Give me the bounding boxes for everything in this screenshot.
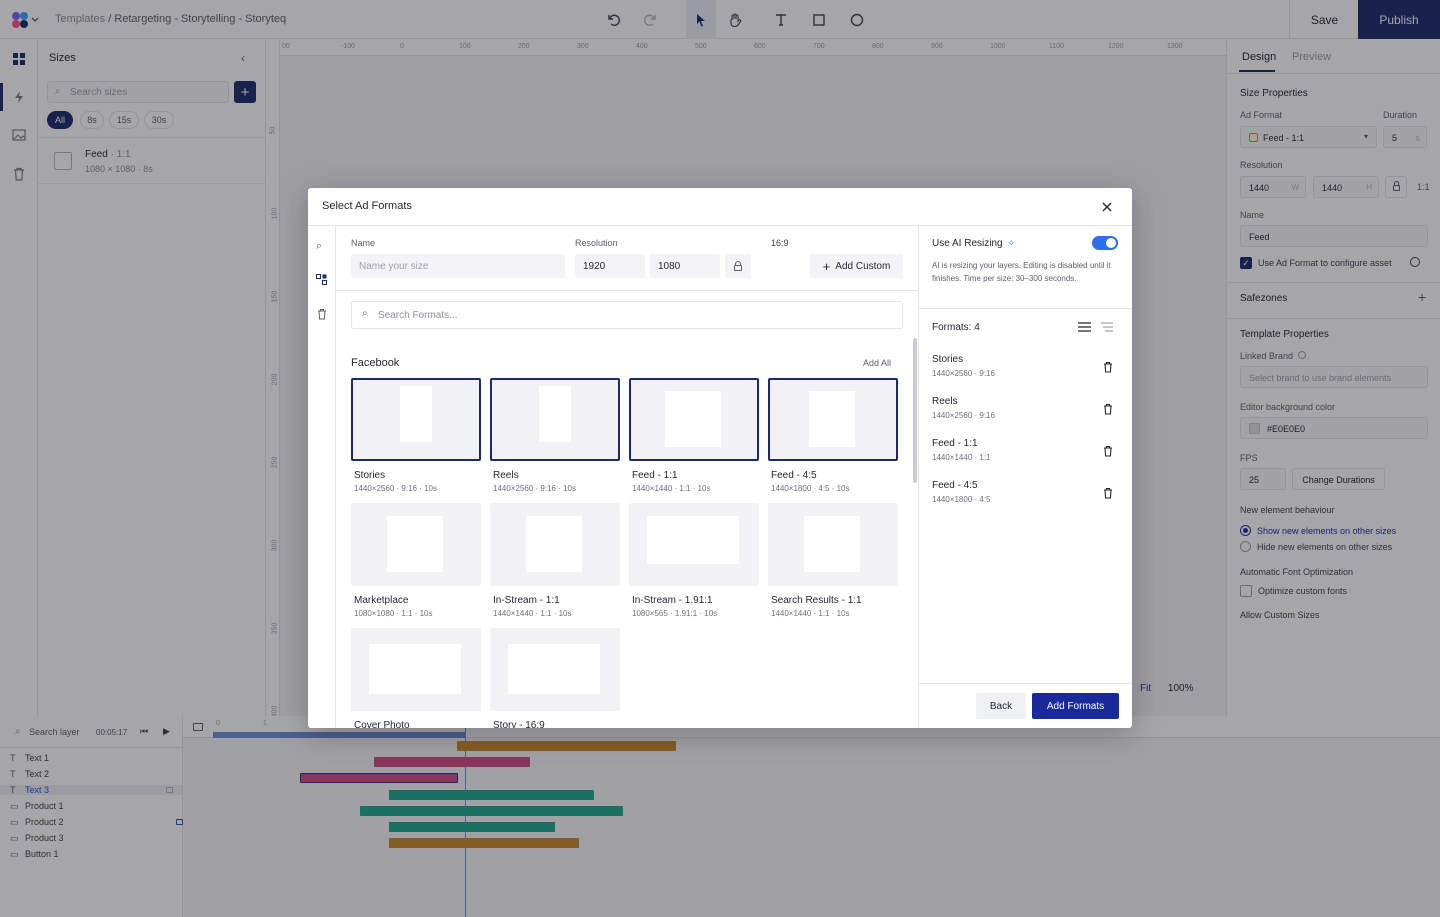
format-name: Story - 16:9 [493,720,545,728]
format-card-story-16-9[interactable] [490,628,620,711]
format-card-marketplace[interactable] [351,503,481,586]
modal-name-label: Name [351,238,376,248]
format-card-search-results-1-1[interactable] [768,503,898,586]
select-ad-formats-modal: Select Ad Formats ⌕ Name Name your size … [308,188,1132,728]
add-custom-label: Add Custom [835,260,891,272]
format-preview [369,644,461,694]
selected-format-name: Feed - 1:1 [932,438,978,449]
ai-resizing-label: Use AI Resizing ✧ [932,238,1015,249]
format-meta: 1440×1800 · 4:5 · 10s [771,484,850,493]
divider [919,683,1132,684]
format-meta: 1440×1440 · 1:1 · 10s [632,484,711,493]
trash-icon[interactable] [316,308,328,320]
format-name: Feed - 4:5 [771,470,817,481]
format-meta: 1440×1440 · 1:1 · 10s [771,609,850,618]
add-all-link[interactable]: Add All [863,358,891,368]
format-meta: 1440×2560 · 9:16 · 10s [354,484,437,493]
format-name: Search Results - 1:1 [771,595,862,606]
remove-format-trash-icon[interactable] [1102,403,1114,415]
custom-lock-button[interactable] [725,254,751,278]
custom-name-input[interactable]: Name your size [351,254,565,278]
add-formats-button[interactable]: Add Formats [1032,693,1119,719]
selected-format-name: Stories [932,354,964,365]
search-icon: ⌕ [362,308,368,319]
modal-resolution-label: Resolution [575,238,618,248]
selected-format-meta: 1440×2560 · 9:16 [932,411,995,420]
format-card-in-stream-1-91-1[interactable] [629,503,759,586]
format-card-feed-1-1[interactable] [629,378,759,461]
format-preview [809,391,855,447]
format-card-cover-photo[interactable] [351,628,481,711]
format-preview [665,391,721,447]
format-list-scrollbar[interactable] [913,338,917,483]
remove-format-trash-icon[interactable] [1102,361,1114,373]
format-card-stories[interactable] [351,378,481,461]
list-view-icon[interactable] [1078,322,1091,332]
selected-format-meta: 1440×2560 · 9:16 [932,369,995,378]
formats-icon[interactable] [316,274,327,285]
ai-resizing-toggle[interactable] [1092,236,1118,250]
ai-resizing-text: Use AI Resizing [932,238,1003,249]
modal-column-divider [918,225,919,728]
format-meta: 1440×1440 · 1:1 · 10s [493,609,572,618]
format-card-feed-4-5[interactable] [768,378,898,461]
format-meta: 1440×2560 · 9:16 · 10s [493,484,576,493]
custom-width-input[interactable]: 1920 [575,254,645,278]
format-meta: 1080×565 · 1.91:1 · 10s [632,609,718,618]
plus-icon: + [822,258,831,274]
modal-section-divider [336,290,918,291]
format-name: Stories [354,470,386,481]
format-preview [647,516,739,564]
format-meta: 1080×1080 · 1:1 · 10s [354,609,433,618]
format-name: In-Stream - 1.91:1 [632,595,713,606]
custom-ratio: 16:9 [771,238,789,248]
divider [919,308,1132,309]
remove-format-trash-icon[interactable] [1102,487,1114,499]
lock-shackle [735,261,741,266]
format-name: In-Stream - 1:1 [493,595,560,606]
selected-format-meta: 1440×1800 · 4:5 [932,495,991,504]
modal-sidebar: ⌕ [308,225,336,728]
selected-format-name: Feed - 4:5 [932,480,978,491]
add-custom-button[interactable]: + Add Custom [810,254,903,278]
format-name: Feed - 1:1 [632,470,678,481]
search-icon[interactable]: ⌕ [316,240,322,253]
ai-sparkle-icon: ✧ [1007,238,1016,248]
formats-count: Formats: 4 [932,322,980,333]
search-formats-placeholder: Search Formats... [378,310,458,321]
modal-header-divider [308,225,1132,226]
format-preview [539,386,571,442]
format-preview [400,386,432,442]
search-formats-input[interactable]: ⌕ Search Formats... [351,301,903,329]
format-card-in-stream-1-1[interactable] [490,503,620,586]
selected-format-meta: 1440×1440 · 1:1 [932,453,991,462]
format-name: Cover Photo [354,720,410,728]
close-icon[interactable] [1099,199,1115,215]
format-preview [526,516,582,572]
format-name: Marketplace [354,595,409,606]
format-preview [387,516,443,572]
back-button[interactable]: Back [976,693,1026,719]
format-preview [804,516,860,572]
format-group-title: Facebook [351,357,400,369]
compact-view-icon[interactable] [1101,322,1113,332]
selected-format-name: Reels [932,396,958,407]
format-card-reels[interactable] [490,378,620,461]
ai-resizing-description: AI is resizing your layers. Editing is d… [932,261,1111,283]
format-name: Reels [493,470,519,481]
custom-height-input[interactable]: 1080 [650,254,720,278]
modal-title: Select Ad Formats [322,200,412,212]
remove-format-trash-icon[interactable] [1102,445,1114,457]
format-preview [508,644,600,694]
